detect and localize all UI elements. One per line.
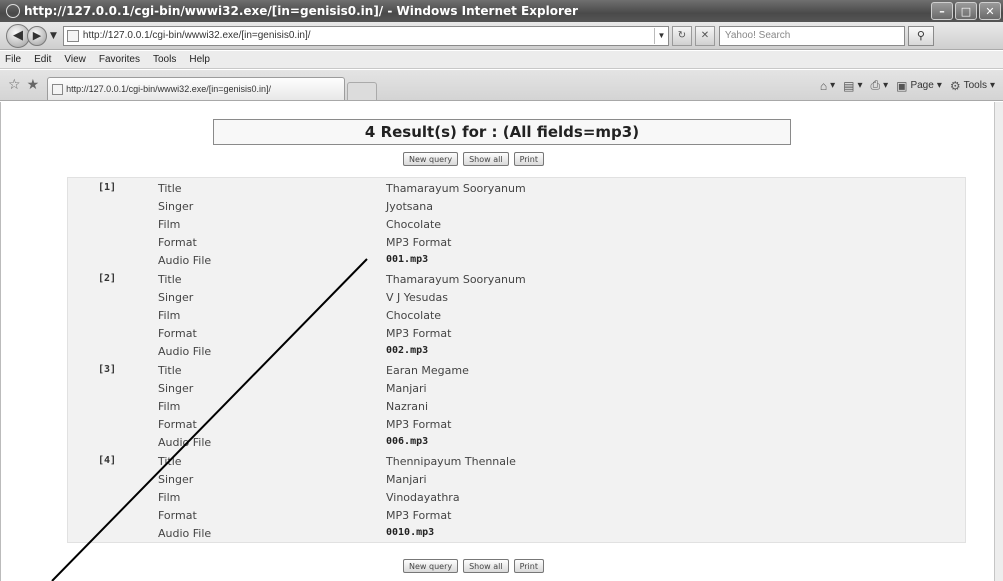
annotation-pointer-line <box>51 258 368 581</box>
pointer-line <box>51 258 368 581</box>
